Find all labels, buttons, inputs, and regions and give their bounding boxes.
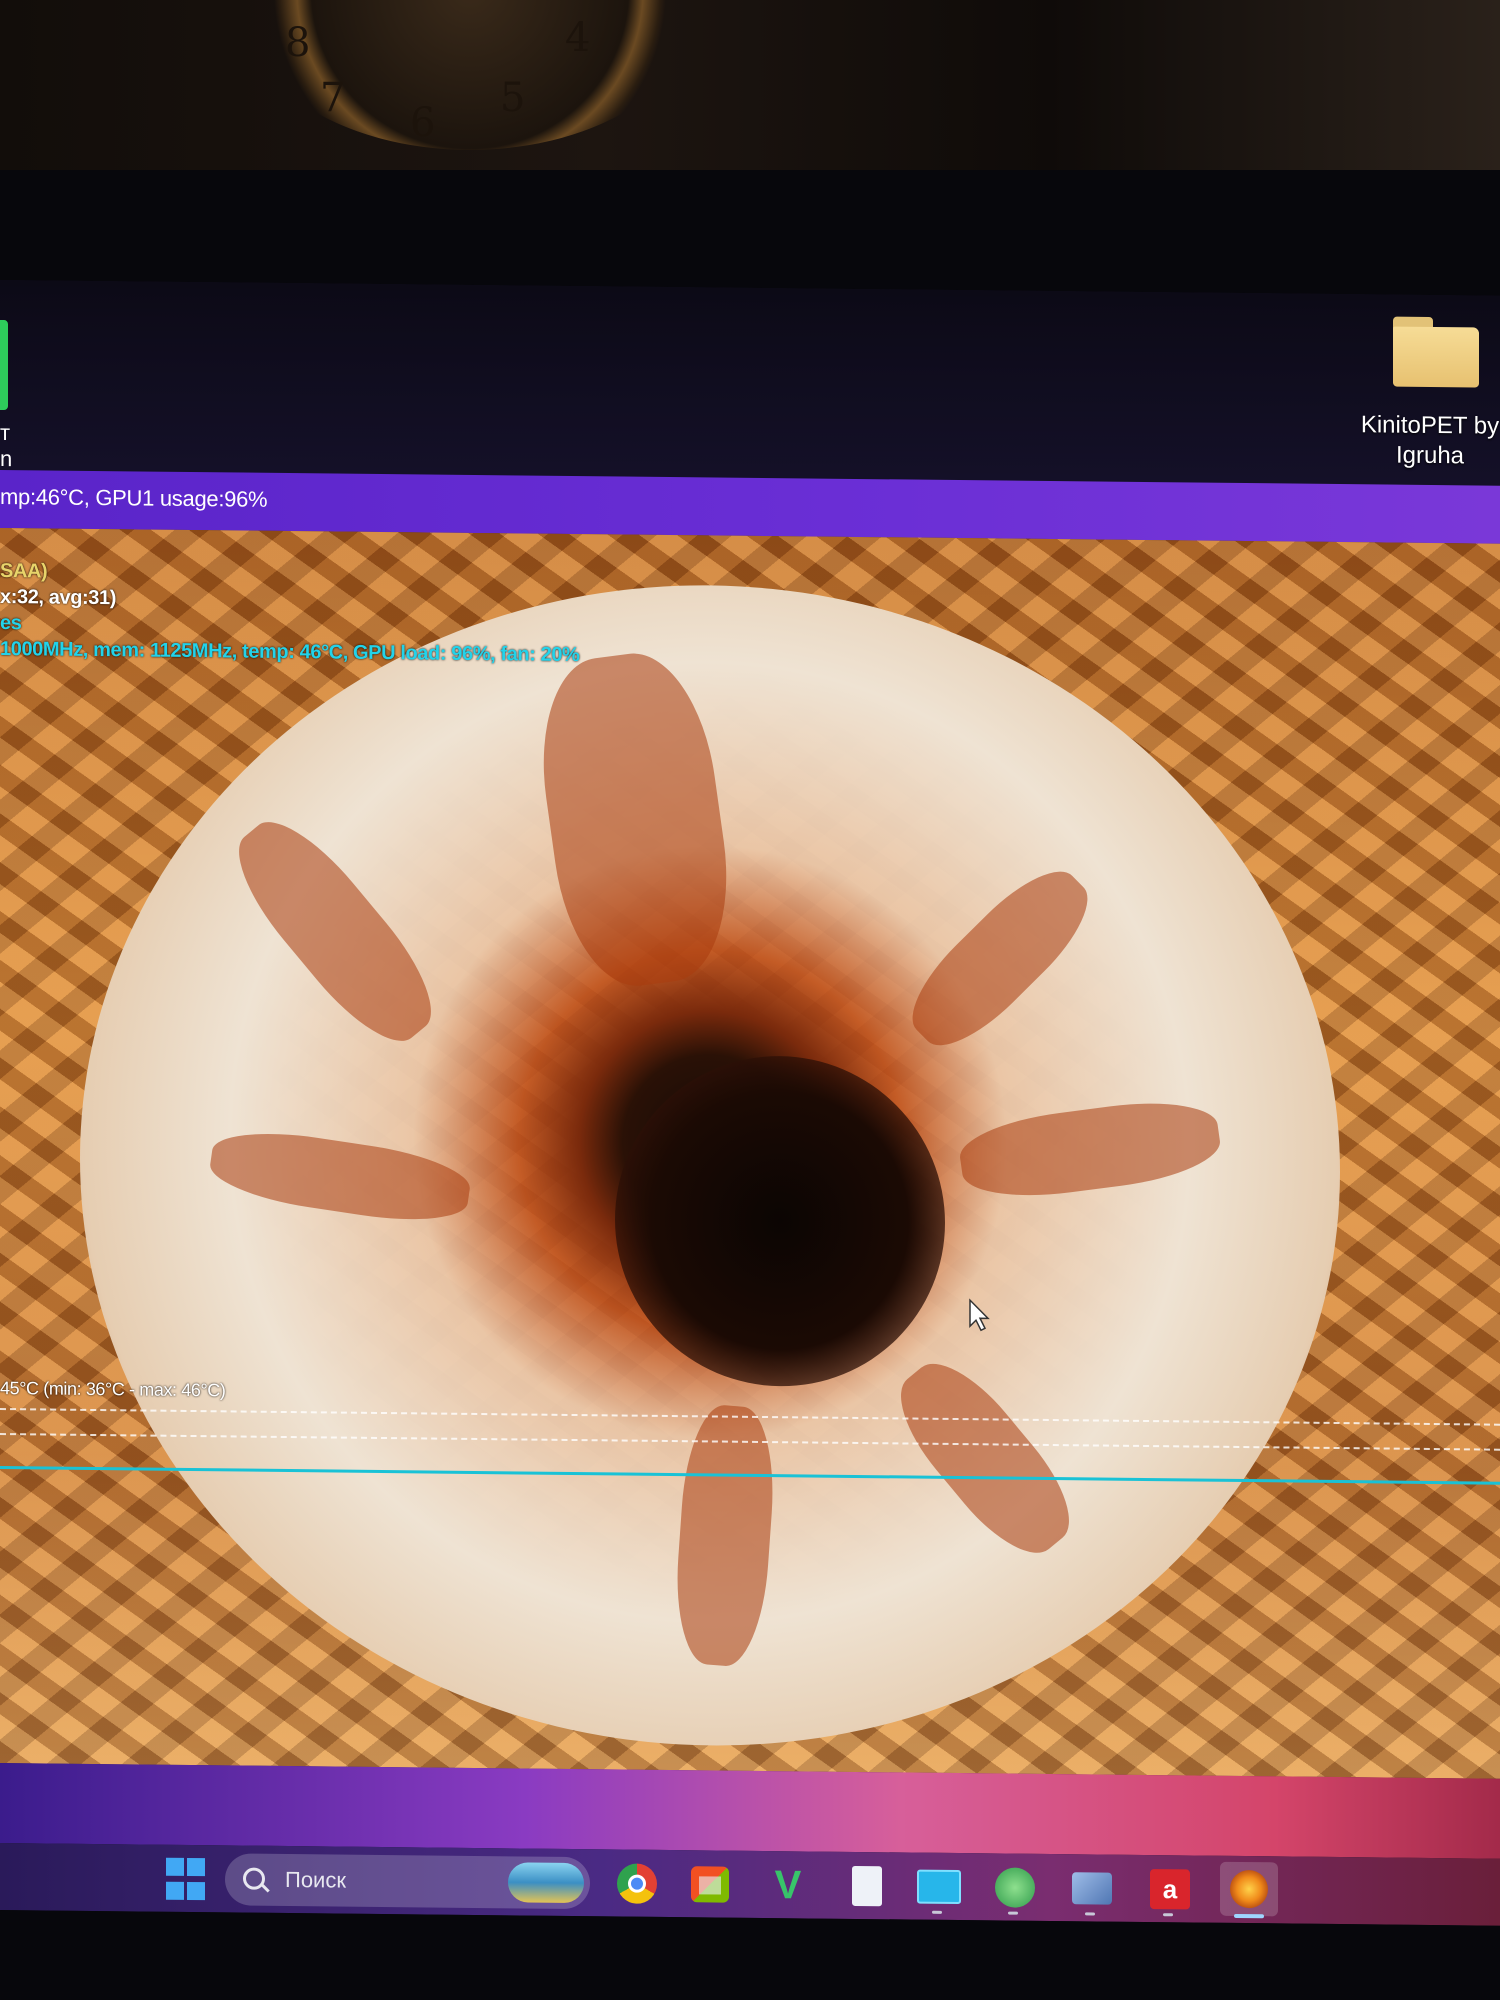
folder-icon[interactable] [1393, 316, 1479, 388]
iris-streak [893, 852, 1107, 1065]
mouse-cursor-icon [968, 1298, 992, 1337]
active-app-indicator [1234, 1913, 1264, 1919]
iris-streak [527, 645, 743, 995]
clock-numeral: 5 [500, 75, 526, 121]
iris-streak [879, 1344, 1091, 1572]
windows-start-icon[interactable] [165, 1857, 205, 1901]
furmark-icon[interactable] [1220, 1861, 1278, 1917]
temp-graph-label: 45°C (min: 36°C - max: 46°C) [0, 1378, 226, 1401]
osd-es: es [0, 612, 22, 635]
monitor-icon[interactable] [917, 1865, 961, 1909]
running-indicator [932, 1910, 942, 1914]
running-indicator [1085, 1912, 1095, 1916]
iris-streak [206, 1122, 474, 1231]
globe-icon[interactable] [993, 1865, 1037, 1909]
iris-streak [955, 1093, 1225, 1206]
furmark-render-view: SAA) x:32, avg:31) es 1000MHz, mem: 1125… [0, 528, 1500, 1779]
desktop-app-label-line: т [0, 420, 11, 446]
search-highlight-image [508, 1862, 584, 1904]
vim-icon[interactable]: V [766, 1863, 810, 1907]
wall-clock: 8 7 6 5 4 [230, 0, 710, 150]
desktop-area: т n KinitoPET by Igruha [0, 280, 1500, 486]
amd-glyph: a [1150, 1869, 1190, 1910]
osd-fps: x:32, avg:31) [0, 586, 116, 610]
clock-numeral: 7 [320, 75, 346, 121]
search-input[interactable]: Поиск [225, 1853, 590, 1910]
folder-body [1393, 326, 1479, 388]
chrome-icon[interactable] [615, 1861, 659, 1905]
clock-numeral: 4 [565, 15, 591, 61]
desktop-app-label: т n [0, 420, 12, 472]
clock-numeral: 8 [285, 20, 311, 66]
pupil-render [615, 1054, 945, 1388]
running-indicator [1008, 1911, 1018, 1915]
running-indicator [1163, 1913, 1173, 1917]
folder-label[interactable]: KinitoPET by Igruha [1350, 410, 1500, 472]
taskbar-backdrop [0, 1763, 1500, 1859]
search-placeholder: Поиск [285, 1866, 346, 1893]
iris-streak [216, 802, 454, 1061]
desktop-app-label-line: n [0, 446, 13, 472]
iris-render [80, 578, 1340, 1753]
monitor-screen: т n KinitoPET by Igruha mp:46°C, GPU1 us… [0, 280, 1500, 1926]
search-icon [243, 1867, 265, 1890]
room-background: 8 7 6 5 4 [0, 0, 1500, 170]
osd-gpu-stats: 1000MHz, mem: 1125MHz, temp: 46°C, GPU l… [0, 638, 580, 667]
desktop-app-icon[interactable] [0, 319, 8, 411]
network-icon[interactable] [1070, 1866, 1114, 1910]
file-icon[interactable] [845, 1864, 889, 1908]
title-bar-text: mp:46°C, GPU1 usage:96% [0, 484, 268, 512]
amd-icon[interactable]: a [1148, 1867, 1192, 1911]
osd-msaa: SAA) [0, 560, 48, 583]
ms-store-icon[interactable] [688, 1862, 732, 1906]
clock-numeral: 6 [410, 100, 436, 146]
